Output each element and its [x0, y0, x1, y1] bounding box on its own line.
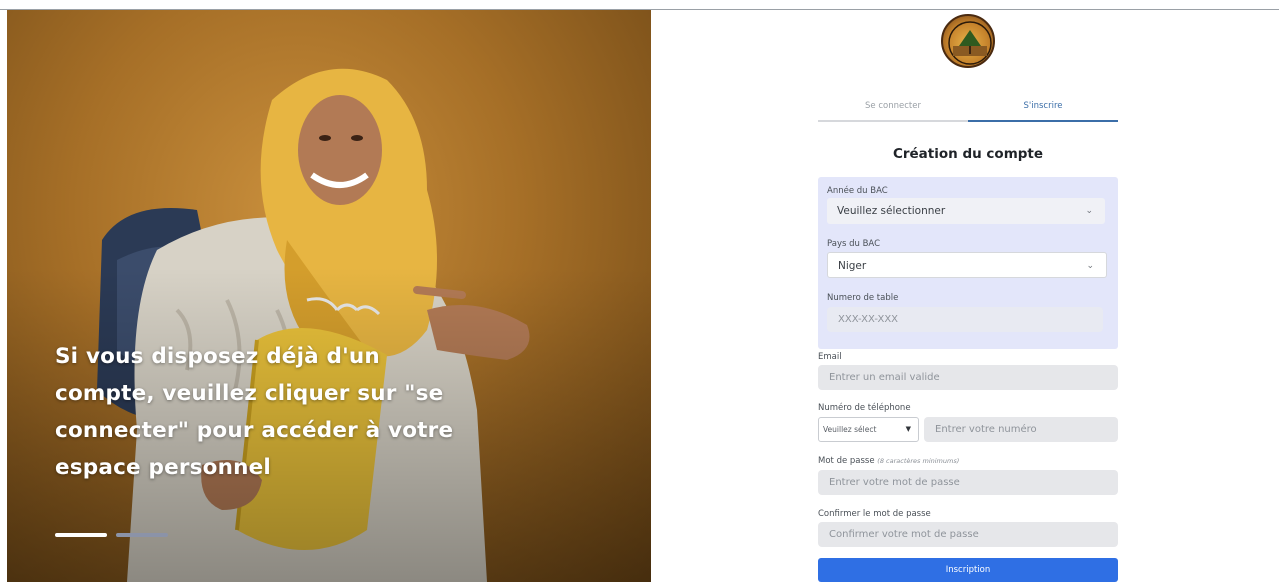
form-title: Création du compte: [892, 146, 1044, 162]
phone-code-value: Veuillez sélect: [823, 425, 877, 434]
chevron-down-icon: ⌄: [1085, 206, 1093, 216]
signup-page: Si vous disposez déjà d'un compte, veuil…: [0, 0, 1279, 582]
register-button[interactable]: Inscription: [818, 558, 1118, 582]
email-label: Email: [818, 352, 842, 362]
table-number-input[interactable]: [827, 307, 1103, 332]
tab-register[interactable]: S'inscrire: [968, 94, 1118, 122]
bac-country-value: Niger: [838, 260, 867, 272]
university-seal-icon: [948, 21, 992, 65]
password-label: Mot de passe (8 caractères minimums): [818, 456, 959, 466]
password-hint: (8 caractères minimums): [877, 457, 960, 465]
bac-country-select[interactable]: Niger ⌄: [827, 252, 1107, 278]
bac-year-value: Veuillez sélectionner: [837, 205, 946, 217]
carousel-dot-2[interactable]: [116, 533, 168, 537]
hero-overlay: [7, 10, 651, 582]
password-label-text: Mot de passe: [818, 456, 875, 466]
phone-code-select[interactable]: Veuillez sélect ▼: [818, 417, 919, 442]
caret-down-icon: ▼: [905, 425, 911, 433]
carousel-indicators: [55, 533, 168, 537]
confirm-password-input[interactable]: [818, 522, 1118, 547]
auth-tabs: Se connecter S'inscrire: [818, 94, 1118, 122]
university-logo: [941, 14, 995, 68]
hero-banner: Si vous disposez déjà d'un compte, veuil…: [7, 10, 651, 582]
tab-login[interactable]: Se connecter: [818, 94, 968, 122]
password-input[interactable]: [818, 470, 1118, 495]
phone-number-input[interactable]: [924, 417, 1118, 442]
carousel-dot-1[interactable]: [55, 533, 107, 537]
hero-message: Si vous disposez déjà d'un compte, veuil…: [55, 344, 454, 480]
chevron-down-icon: ⌄: [1086, 261, 1094, 271]
bac-year-label: Année du BAC: [827, 186, 888, 196]
bac-country-label: Pays du BAC: [827, 239, 881, 249]
bac-year-select[interactable]: Veuillez sélectionner ⌄: [827, 198, 1105, 224]
email-input[interactable]: [818, 365, 1118, 390]
phone-label: Numéro de téléphone: [818, 403, 911, 413]
table-number-label: Numero de table: [827, 293, 899, 303]
confirm-password-label: Confirmer le mot de passe: [818, 509, 931, 519]
